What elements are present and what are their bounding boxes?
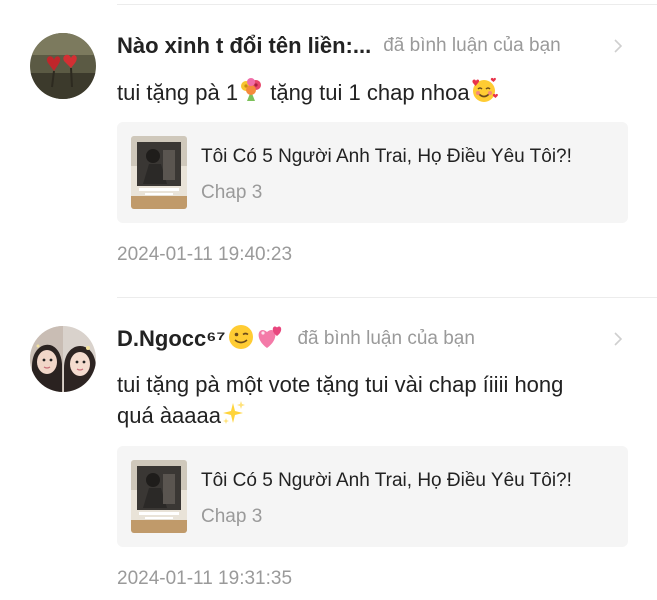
revolving-hearts-emoji bbox=[255, 323, 285, 356]
comment-item[interactable]: D.Ngocc⁶⁷ đã bình luận của bạn tui tặng … bbox=[0, 298, 657, 600]
avatar[interactable] bbox=[30, 326, 96, 392]
comment-item[interactable]: Nào xinh t đổi tên liền:... đã bình luận… bbox=[0, 0, 657, 290]
comment-header: D.Ngocc⁶⁷ đã bình luận của bạn bbox=[117, 324, 627, 354]
username[interactable]: Nào xinh t đổi tên liền:... bbox=[117, 33, 371, 59]
chapter-label[interactable]: Chap 3 bbox=[201, 182, 262, 204]
winking-face-emoji bbox=[227, 323, 255, 356]
manga-card[interactable]: Tôi Có 5 Người Anh Trai, Họ Điều Yêu Tôi… bbox=[117, 446, 628, 547]
chapter-label[interactable]: Chap 3 bbox=[201, 506, 262, 528]
smiling-face-with-hearts-emoji bbox=[470, 76, 498, 112]
action-text: đã bình luận của bạn bbox=[297, 328, 475, 349]
username[interactable]: D.Ngocc⁶⁷ bbox=[117, 326, 225, 352]
comment-text: tui tặng pà 1 tặng tui 1 chap nhoa bbox=[117, 76, 627, 112]
manga-title[interactable]: Tôi Có 5 Người Anh Trai, Họ Điều Yêu Tôi… bbox=[201, 470, 572, 492]
comment-text: tui tặng pà một vote tặng tui vài chap í… bbox=[117, 369, 597, 434]
comment-header: Nào xinh t đổi tên liền:... đã bình luận… bbox=[117, 31, 627, 61]
manga-title[interactable]: Tôi Có 5 Người Anh Trai, Họ Điều Yêu Tôi… bbox=[201, 146, 572, 168]
chevron-right-icon[interactable] bbox=[609, 330, 627, 348]
avatar[interactable] bbox=[30, 33, 96, 99]
timestamp: 2024-01-11 19:31:35 bbox=[117, 568, 293, 589]
chevron-right-icon[interactable] bbox=[609, 37, 627, 55]
manga-cover-thumbnail bbox=[131, 136, 187, 209]
manga-cover-thumbnail bbox=[131, 460, 187, 533]
bouquet-emoji bbox=[238, 77, 264, 111]
action-text: đã bình luận của bạn bbox=[383, 35, 561, 56]
manga-card[interactable]: Tôi Có 5 Người Anh Trai, Họ Điều Yêu Tôi… bbox=[117, 122, 628, 223]
sparkles-emoji bbox=[221, 400, 247, 434]
timestamp: 2024-01-11 19:40:23 bbox=[117, 244, 293, 265]
